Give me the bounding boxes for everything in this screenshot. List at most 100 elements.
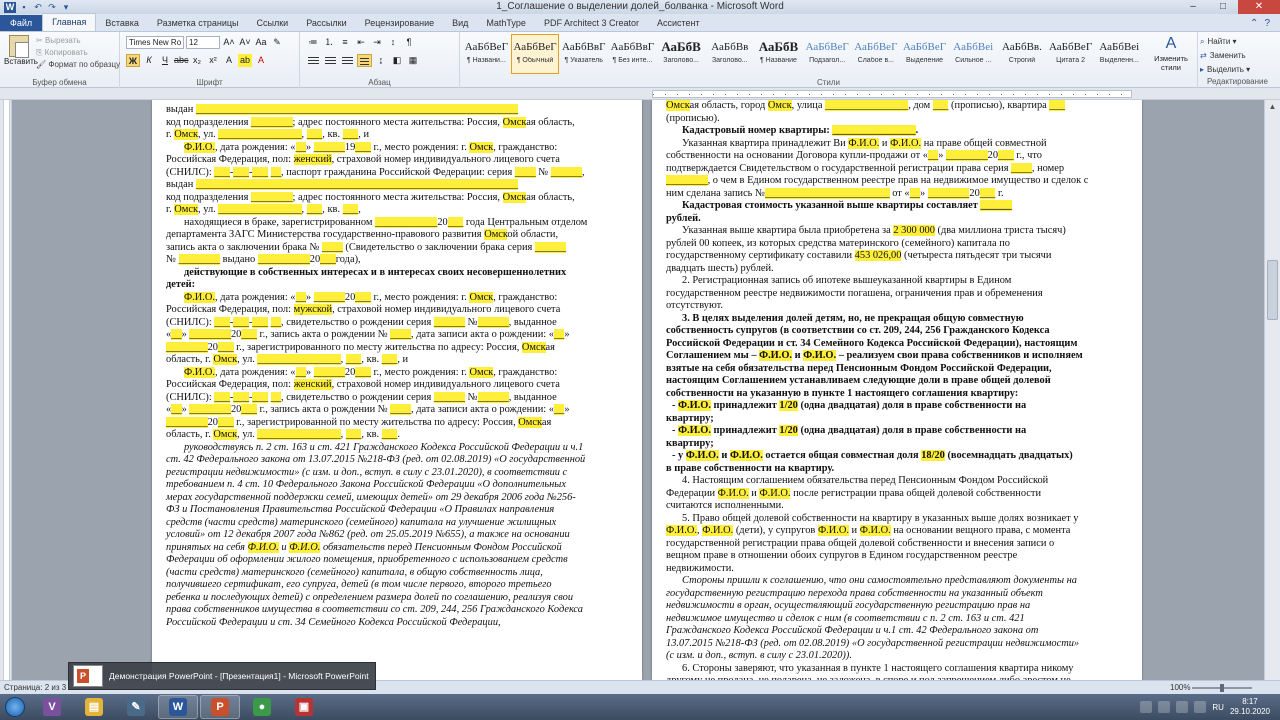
tray-icon[interactable]	[1140, 701, 1153, 713]
zoom-slider[interactable]	[1192, 684, 1252, 692]
document-area[interactable]: выдан __________________________________…	[12, 100, 1264, 680]
bold-icon[interactable]: Ж	[126, 54, 140, 67]
taskbar-word-button[interactable]: W	[158, 695, 198, 719]
justify-icon[interactable]	[357, 54, 372, 67]
numbering-icon[interactable]: ⒈	[322, 36, 336, 49]
redo-icon[interactable]: ↷	[46, 2, 58, 13]
taskbar-tool-button[interactable]: ✎	[116, 695, 156, 719]
tab-assistant[interactable]: Ассистент	[648, 15, 709, 31]
tray-icon[interactable]	[1158, 701, 1171, 713]
taskbar-screen-button[interactable]: ▣	[284, 695, 324, 719]
cut-button[interactable]: ✂ Вырезать	[36, 35, 120, 47]
style-item[interactable]: АаБбВеГ ¶ Обычный	[510, 34, 560, 74]
taskbar-viber-button[interactable]: V	[32, 695, 72, 719]
tab-review[interactable]: Рецензирование	[356, 15, 444, 31]
decrease-indent-icon[interactable]: ⇤	[354, 36, 368, 49]
font-color-icon[interactable]: A	[254, 54, 268, 67]
language-indicator[interactable]: RU	[1212, 703, 1224, 712]
tab-page-layout[interactable]: Разметка страницы	[148, 15, 248, 31]
taskbar-powerpoint-button[interactable]: P	[200, 695, 240, 719]
page-2[interactable]: выдан __________________________________…	[152, 100, 642, 680]
increase-indent-icon[interactable]: ⇥	[370, 36, 384, 49]
sort-icon[interactable]: ↕	[386, 36, 400, 49]
style-item[interactable]: АаБбВеГ Цитата 2	[1046, 34, 1095, 74]
tab-insert[interactable]: Вставка	[96, 15, 147, 31]
style-item[interactable]: АаБбВеГ ¶ Названи...	[462, 34, 511, 74]
italic-icon[interactable]: К	[142, 54, 156, 67]
clock[interactable]: 8:17 29.10.2020	[1230, 697, 1270, 717]
multilevel-icon[interactable]: ≡	[338, 36, 352, 49]
shading-icon[interactable]: ◧	[390, 54, 404, 67]
tab-file[interactable]: Файл	[0, 15, 43, 31]
taskbar-chrome-button[interactable]: ●	[242, 695, 282, 719]
show-marks-icon[interactable]: ¶	[402, 36, 416, 49]
style-item[interactable]: АаБбВв. Строгий	[998, 34, 1047, 74]
align-left-icon[interactable]	[306, 54, 321, 67]
paragraph-row-2: ↨ ◧ ▦	[306, 54, 420, 67]
maximize-button[interactable]: □	[1208, 0, 1238, 14]
clear-format-icon[interactable]: ✎	[270, 36, 284, 49]
minimize-button[interactable]: –	[1178, 0, 1208, 14]
copy-button[interactable]: ⎘ Копировать	[36, 47, 120, 59]
style-item[interactable]: АаБбВ ¶ Название	[754, 34, 803, 74]
vertical-scrollbar[interactable]: ▲	[1264, 100, 1280, 680]
shrink-font-icon[interactable]: A˅	[238, 36, 252, 49]
borders-icon[interactable]: ▦	[406, 54, 420, 67]
style-item[interactable]: АаБбВеГ Слабое в...	[852, 34, 901, 74]
powerpoint-preview-popup[interactable]: Демонстрация PowerPoint - [Презентация1]…	[68, 662, 376, 690]
scroll-thumb[interactable]	[1267, 260, 1278, 320]
strikethrough-icon[interactable]: abc	[174, 54, 189, 67]
select-button[interactable]: ▸ Выделить ▾	[1200, 63, 1250, 77]
vruler-strip	[3, 100, 10, 680]
undo-icon[interactable]: ↶	[32, 2, 44, 13]
word-app-icon[interactable]: W	[4, 1, 16, 13]
subscript-icon[interactable]: x₂	[190, 54, 204, 67]
page-3[interactable]: Омская область, город Омск, улица ______…	[652, 100, 1142, 680]
tab-mathtype[interactable]: MathType	[477, 15, 535, 31]
help-icon[interactable]: ?	[1264, 18, 1270, 29]
underline-icon[interactable]: Ч	[158, 54, 172, 67]
align-right-icon[interactable]	[340, 54, 355, 67]
tab-home[interactable]: Главная	[42, 13, 97, 31]
tab-mailings[interactable]: Рассылки	[297, 15, 355, 31]
style-item[interactable]: АаБбВеі Сильное ...	[949, 34, 998, 74]
text-effects-icon[interactable]: A	[222, 54, 236, 67]
bullets-icon[interactable]: ≔	[306, 36, 320, 49]
style-item[interactable]: АаБбВвГ ¶ Без инте...	[608, 34, 657, 74]
page-count[interactable]: Страница: 2 из 3	[4, 681, 66, 694]
style-item[interactable]: АаБбВеГ Выделение	[900, 34, 949, 74]
start-button[interactable]	[0, 695, 30, 719]
save-icon[interactable]: ▪	[18, 2, 30, 13]
style-item[interactable]: АаБбВеГ Подзагол...	[803, 34, 852, 74]
minimize-ribbon-icon[interactable]: ⌃	[1250, 18, 1258, 29]
change-case-icon[interactable]: Aa	[254, 36, 268, 49]
close-button[interactable]: ✕	[1238, 0, 1280, 14]
grow-font-icon[interactable]: A˄	[222, 36, 236, 49]
paste-button[interactable]: Вставить	[4, 35, 38, 75]
replace-button[interactable]: ⇄ Заменить	[1200, 49, 1250, 63]
taskbar-explorer-button[interactable]: ▤	[74, 695, 114, 719]
highlight-icon[interactable]: ab	[238, 54, 252, 67]
change-styles-button[interactable]: A Изменить стили	[1150, 34, 1192, 72]
style-item[interactable]: АаБбВв Заголово...	[705, 34, 754, 74]
find-button[interactable]: ⌕ Найти ▾	[1200, 35, 1250, 49]
zoom-level[interactable]: 100%	[1170, 681, 1190, 694]
customize-qat-icon[interactable]: ▾	[60, 2, 72, 13]
style-item[interactable]: АаБбВ Заголово...	[657, 34, 706, 74]
tab-pdf-architect[interactable]: PDF Architect 3 Creator	[535, 15, 648, 31]
superscript-icon[interactable]: x²	[206, 54, 220, 67]
scroll-up-icon[interactable]: ▲	[1265, 100, 1280, 114]
font-size-combo[interactable]: 12	[186, 36, 220, 49]
style-item[interactable]: АаБбВеі Выделенн...	[1095, 34, 1144, 74]
style-item[interactable]: АаБбВвГ ¶ Указатель	[559, 34, 608, 74]
tab-view[interactable]: Вид	[443, 15, 477, 31]
align-center-icon[interactable]	[323, 54, 338, 67]
format-painter-button[interactable]: 🖌 Формат по образцу	[36, 59, 120, 71]
line-spacing-icon[interactable]: ↨	[374, 54, 388, 67]
volume-icon[interactable]	[1194, 701, 1207, 713]
network-icon[interactable]	[1176, 701, 1189, 713]
font-name-combo[interactable]: Times New Ro	[126, 36, 184, 49]
tab-references[interactable]: Ссылки	[248, 15, 298, 31]
horizontal-ruler[interactable]	[0, 88, 1280, 100]
vertical-ruler[interactable]	[0, 100, 12, 680]
